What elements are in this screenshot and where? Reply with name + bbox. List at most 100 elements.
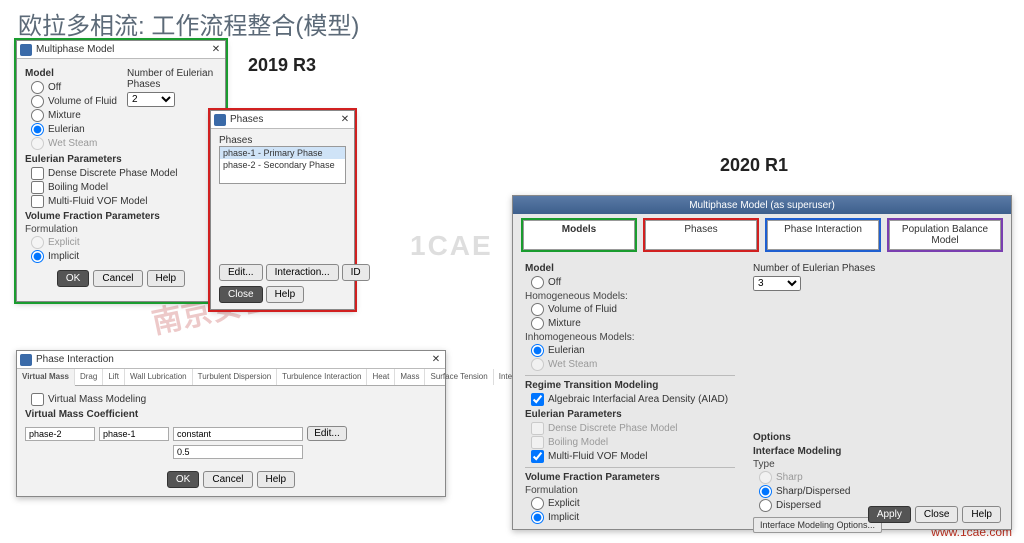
select-method[interactable] — [173, 427, 303, 441]
heading-interface-modeling: Interface Modeling — [753, 446, 983, 457]
radio-mixture[interactable]: Mixture — [31, 109, 121, 122]
tab-surface-tension[interactable]: Surface Tension — [425, 369, 493, 385]
tab-lift[interactable]: Lift — [103, 369, 125, 385]
heading-eulerian-params: Eulerian Parameters — [25, 154, 217, 165]
check-boiling: Boiling Model — [531, 436, 735, 449]
label-2020: 2020 R1 — [720, 155, 788, 176]
label-formulation: Formulation — [25, 224, 217, 235]
select-num-phases[interactable]: 3 — [753, 276, 801, 291]
radio-explicit[interactable]: Explicit — [531, 497, 735, 510]
label-homogeneous: Homogeneous Models: — [525, 291, 735, 302]
radio-vof[interactable]: Volume of Fluid — [531, 303, 735, 316]
check-boiling[interactable]: Boiling Model — [31, 181, 217, 194]
app-icon — [20, 354, 32, 366]
tab-models[interactable]: Models — [523, 220, 635, 250]
phases-listbox[interactable]: phase-1 - Primary Phase phase-2 - Second… — [219, 146, 346, 184]
radio-sharp-dispersed[interactable]: Sharp/Dispersed — [759, 485, 983, 498]
app-icon — [20, 44, 32, 56]
check-ddpm[interactable]: Dense Discrete Phase Model — [31, 167, 217, 180]
radio-sharp: Sharp — [759, 471, 983, 484]
tab-phase-interaction[interactable]: Phase Interaction — [767, 220, 879, 250]
help-button[interactable]: Help — [257, 471, 296, 488]
id-button[interactable]: ID — [342, 264, 370, 281]
edit-button[interactable]: Edit... — [219, 264, 263, 281]
radio-eulerian[interactable]: Eulerian — [31, 123, 121, 136]
app-icon — [214, 114, 226, 126]
radio-mixture[interactable]: Mixture — [531, 317, 735, 330]
tab-wall-lubrication[interactable]: Wall Lubrication — [125, 369, 193, 385]
tab-turbulence-interaction[interactable]: Turbulence Interaction — [277, 369, 367, 385]
tab-heat[interactable]: Heat — [367, 369, 395, 385]
heading-vmc: Virtual Mass Coefficient — [25, 409, 437, 420]
tab-phases[interactable]: Phases — [645, 220, 757, 250]
label-formulation: Formulation — [525, 485, 735, 496]
check-aiad[interactable]: Algebraic Interfacial Area Density (AIAD… — [531, 393, 735, 406]
label-2019: 2019 R3 — [248, 55, 316, 76]
close-icon[interactable]: ✕ — [430, 354, 442, 366]
apply-button[interactable]: Apply — [868, 506, 911, 523]
dialog-multiphase-2020: Multiphase Model (as superuser) Models P… — [512, 195, 1012, 530]
help-button[interactable]: Help — [147, 270, 186, 287]
dialog-multiphase-2019: Multiphase Model ✕ Model Off Volume of F… — [16, 40, 226, 302]
radio-explicit: Explicit — [31, 236, 217, 249]
tab-mass[interactable]: Mass — [395, 369, 425, 385]
tab-virtual-mass[interactable]: Virtual Mass — [17, 369, 75, 386]
radio-implicit[interactable]: Implicit — [531, 511, 735, 524]
input-coeff-value[interactable] — [173, 445, 303, 459]
tab-turbulent-dispersion[interactable]: Turbulent Dispersion — [193, 369, 278, 385]
heading-vfp: Volume Fraction Parameters — [525, 472, 735, 483]
label-type: Type — [753, 459, 983, 470]
check-ddpm: Dense Discrete Phase Model — [531, 422, 735, 435]
tab-drag[interactable]: Drag — [75, 369, 103, 385]
heading-model: Model — [25, 68, 121, 79]
close-icon[interactable]: ✕ — [210, 44, 222, 56]
label-num-phases: Number of Eulerian Phases — [127, 68, 217, 90]
dialog-phase-interaction: Phase Interaction ✕ Virtual Mass Drag Li… — [16, 350, 446, 497]
radio-vof[interactable]: Volume of Fluid — [31, 95, 121, 108]
help-button[interactable]: Help — [962, 506, 1001, 523]
heading-phases: Phases — [219, 135, 346, 146]
check-virtual-mass-modeling[interactable]: Virtual Mass Modeling — [31, 393, 437, 406]
dialog-title: Multiphase Model (as superuser) — [689, 200, 835, 211]
interface-modeling-options-button[interactable]: Interface Modeling Options... — [753, 517, 882, 533]
tab-population-balance[interactable]: Population Balance Model — [889, 220, 1001, 250]
heading-eulerian-params: Eulerian Parameters — [525, 409, 735, 420]
select-num-phases[interactable]: 2 — [127, 92, 175, 107]
heading-vfp: Volume Fraction Parameters — [25, 211, 217, 222]
cancel-button[interactable]: Cancel — [203, 471, 252, 488]
check-mfvof[interactable]: Multi-Fluid VOF Model — [31, 195, 217, 208]
edit-coeff-button[interactable]: Edit... — [307, 426, 347, 441]
close-button[interactable]: Close — [219, 286, 263, 303]
list-item[interactable]: phase-1 - Primary Phase — [220, 147, 345, 159]
check-mfvof[interactable]: Multi-Fluid VOF Model — [531, 450, 735, 463]
radio-implicit[interactable]: Implicit — [31, 250, 217, 263]
dialog-phases: Phases ✕ Phases phase-1 - Primary Phase … — [210, 110, 355, 310]
ok-button[interactable]: OK — [57, 270, 89, 287]
list-item[interactable]: phase-2 - Secondary Phase — [220, 159, 345, 171]
interaction-button[interactable]: Interaction... — [266, 264, 339, 281]
heading-options: Options — [753, 432, 983, 443]
cell-phase-b — [99, 427, 169, 441]
dialog-title: Phase Interaction — [36, 354, 430, 365]
radio-off[interactable]: Off — [531, 276, 735, 289]
tab-bar: Virtual Mass Drag Lift Wall Lubrication … — [17, 369, 445, 386]
dialog-title: Phases — [230, 114, 339, 125]
watermark-1cae: 1CAE — [410, 230, 493, 262]
radio-wet-steam: Wet Steam — [31, 137, 121, 150]
help-button[interactable]: Help — [266, 286, 305, 303]
heading-regime-transition: Regime Transition Modeling — [525, 380, 735, 391]
label-num-phases: Number of Eulerian Phases — [753, 263, 983, 274]
radio-eulerian[interactable]: Eulerian — [531, 344, 735, 357]
label-inhomogeneous: Inhomogeneous Models: — [525, 332, 735, 343]
dialog-titlebar: Multiphase Model (as superuser) — [513, 196, 1011, 214]
heading-model: Model — [525, 263, 735, 274]
ok-button[interactable]: OK — [167, 471, 199, 488]
radio-off[interactable]: Off — [31, 81, 121, 94]
close-icon[interactable]: ✕ — [339, 114, 351, 126]
cancel-button[interactable]: Cancel — [93, 270, 142, 287]
cell-phase-a — [25, 427, 95, 441]
dialog-title: Multiphase Model — [36, 44, 210, 55]
radio-wet-steam: Wet Steam — [531, 358, 735, 371]
slide-title: 欧拉多相流: 工作流程整合(模型) — [18, 6, 359, 41]
close-button[interactable]: Close — [915, 506, 959, 523]
